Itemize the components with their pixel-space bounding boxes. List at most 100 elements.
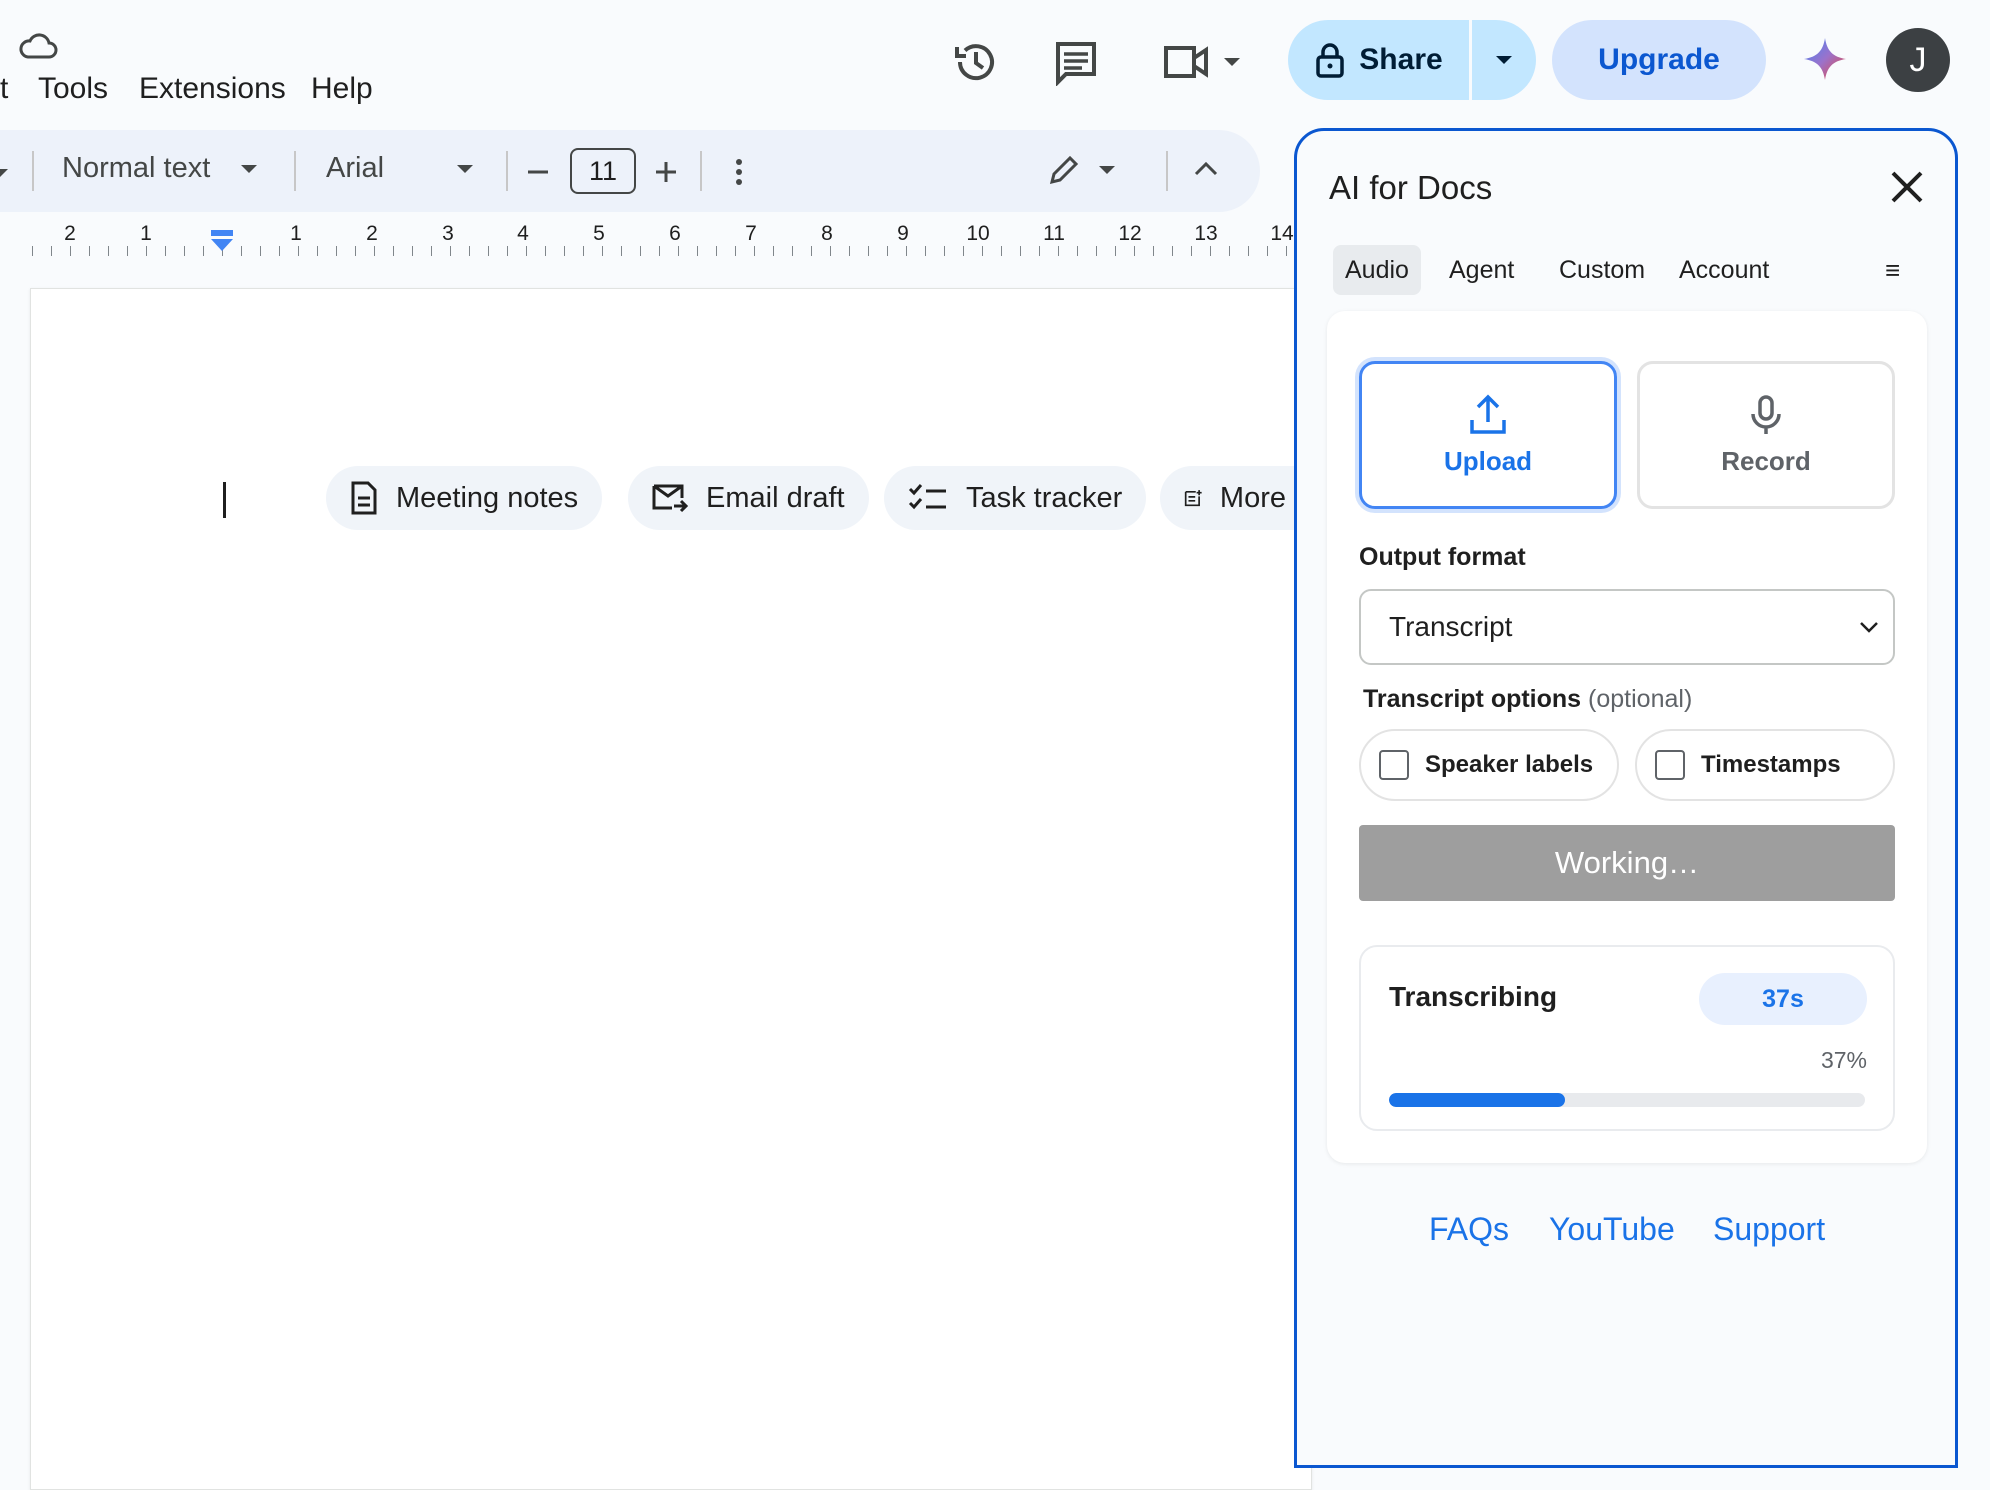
record-button[interactable]: Record [1637,361,1895,509]
font-family-dropdown[interactable]: Arial [326,152,474,185]
font-size-input[interactable]: 11 [570,148,636,194]
share-label: Share [1359,43,1443,76]
more-options-icon[interactable] [734,158,744,191]
gemini-sparkle-icon[interactable] [1802,36,1848,87]
ruler-tick [431,246,432,256]
ruler-tick [1020,246,1021,256]
share-dropdown-button[interactable] [1472,20,1536,100]
faqs-link[interactable]: FAQs [1429,1211,1509,1248]
timestamps-option[interactable]: Timestamps [1635,729,1895,801]
tab-custom[interactable]: Custom [1547,245,1657,295]
ruler-tick [545,246,546,256]
checklist-icon [908,484,946,510]
ruler-tick [1210,246,1211,256]
ruler-tick [355,246,356,256]
output-format-select[interactable]: Transcript [1359,589,1895,665]
ruler-tick [1058,246,1059,256]
menu-extensions[interactable]: Extensions [139,72,286,106]
ruler[interactable]: 2 1 1 2 3 4 5 6 7 8 9 10 11 12 13 14 [0,218,1300,258]
ruler-tick [203,246,204,256]
ruler-label: 14 [1270,222,1294,245]
tab-agent[interactable]: Agent [1437,245,1526,295]
formatting-toolbar: Normal text Arial 11 [0,130,1260,212]
ruler-tick [659,246,660,256]
ruler-label: 13 [1194,222,1218,245]
version-history-icon[interactable] [952,38,1000,91]
account-avatar[interactable]: J [1886,28,1950,92]
ruler-tick [1077,246,1078,256]
ruler-tick [640,246,641,256]
email-icon [652,484,688,513]
upgrade-button[interactable]: Upgrade [1552,20,1766,100]
ruler-tick [488,246,489,256]
ruler-tick [279,246,280,256]
ruler-tick [298,246,299,256]
toolbar-divider [32,151,34,191]
indent-marker[interactable] [210,230,234,259]
ruler-tick [925,246,926,256]
ruler-tick [735,246,736,256]
ruler-tick [811,246,812,256]
increase-font-size-button[interactable] [654,160,678,189]
toolbar-caret-partial[interactable] [0,166,10,184]
toolbar-divider [1166,151,1168,191]
ruler-label: 4 [517,222,529,245]
support-link[interactable]: Support [1713,1211,1825,1248]
ruler-tick [621,246,622,256]
speaker-labels-label: Speaker labels [1425,751,1594,778]
microphone-icon [1751,394,1781,434]
more-templates-icon [1184,490,1202,507]
comments-icon[interactable] [1052,38,1100,91]
share-button-group: Share [1288,20,1536,100]
chip-more[interactable]: More [1160,466,1310,530]
chip-email-draft[interactable]: Email draft [628,466,869,530]
chip-meeting-notes[interactable]: Meeting notes [326,466,603,530]
transcript-options-label: Transcript options [1363,685,1582,713]
text-cursor [223,482,226,518]
ruler-tick [1039,246,1040,256]
menu-help[interactable]: Help [311,72,373,106]
ruler-tick [1134,246,1135,256]
working-button[interactable]: Working… [1359,825,1895,901]
youtube-link[interactable]: YouTube [1549,1211,1675,1248]
collapse-toolbar-icon[interactable] [1194,160,1218,181]
ruler-tick [906,246,907,256]
ruler-tick [602,246,603,256]
paragraph-style-dropdown[interactable]: Normal text [62,152,258,185]
ruler-tick [1096,246,1097,256]
meet-camera-icon[interactable] [1162,40,1248,89]
ruler-tick [70,246,71,256]
ruler-label: 3 [442,222,454,245]
ruler-tick [146,246,147,256]
ruler-label: 1 [140,222,152,245]
close-icon[interactable] [1887,167,1927,207]
menu-format-partial[interactable]: t [0,72,8,106]
timestamps-checkbox[interactable] [1655,750,1685,780]
cloud-saved-icon[interactable] [18,32,58,65]
tab-audio[interactable]: Audio [1333,245,1421,295]
chip-task-tracker[interactable]: Task tracker [884,466,1147,530]
caret-down-icon [457,164,474,173]
decrease-font-size-button[interactable] [526,160,550,189]
ruler-tick [1172,246,1173,256]
menu-tools[interactable]: Tools [38,72,108,106]
elapsed-time-badge: 37s [1699,973,1867,1025]
editing-mode-button[interactable] [1048,154,1116,186]
ruler-tick [792,246,793,256]
ruler-tick [754,246,755,256]
speaker-labels-checkbox[interactable] [1379,750,1409,780]
chevron-down-icon [1860,622,1878,633]
ruler-tick [317,246,318,256]
timestamps-label: Timestamps [1701,751,1841,778]
upload-button[interactable]: Upload [1359,361,1617,509]
ruler-tick [127,246,128,256]
ruler-tick [165,246,166,256]
tab-account[interactable]: Account [1667,245,1781,295]
hamburger-menu-icon[interactable]: ≡ [1885,255,1900,286]
ruler-tick [678,246,679,256]
caret-down-icon [1496,56,1512,64]
share-button[interactable]: Share [1288,20,1470,100]
speaker-labels-option[interactable]: Speaker labels [1359,729,1619,801]
ruler-tick [469,246,470,256]
optional-label: (optional) [1588,685,1693,713]
